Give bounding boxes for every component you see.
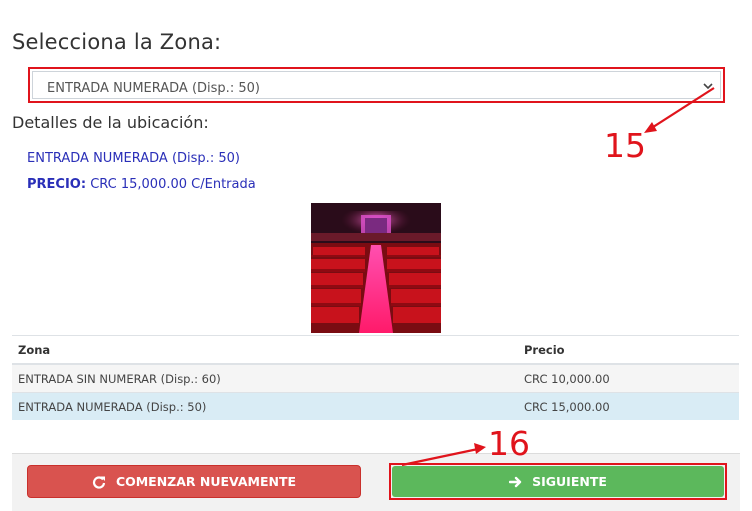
- column-header-precio: Precio: [518, 335, 739, 365]
- restart-button[interactable]: COMENZAR NUEVAMENTE: [27, 465, 361, 498]
- zone-select[interactable]: ENTRADA NUMERADA (Disp.: 50): [32, 71, 721, 99]
- row-precio: CRC 15,000.00: [518, 392, 739, 420]
- row-precio: CRC 10,000.00: [518, 363, 739, 393]
- column-header-zona: Zona: [12, 335, 518, 365]
- table-header-row: Zona Precio: [12, 335, 739, 365]
- chevron-down-icon: [703, 83, 713, 90]
- next-button-label: SIGUIENTE: [532, 474, 607, 489]
- price-label: PRECIO:: [27, 177, 87, 192]
- table-row[interactable]: ENTRADA SIN NUMERAR (Disp.: 60) CRC 10,0…: [12, 363, 739, 393]
- next-button[interactable]: SIGUIENTE: [392, 466, 724, 497]
- restart-button-label: COMENZAR NUEVAMENTE: [115, 474, 297, 489]
- price-value: CRC 15,000.00 C/Entrada: [90, 177, 256, 192]
- annotation-label-15: 15: [604, 126, 646, 165]
- selected-zone-name: ENTRADA NUMERADA (Disp.: 50): [27, 151, 240, 166]
- row-zona: ENTRADA SIN NUMERAR (Disp.: 60): [12, 363, 518, 393]
- theater-seats-image: [311, 203, 441, 333]
- zones-table: Zona Precio ENTRADA SIN NUMERAR (Disp.: …: [12, 335, 739, 420]
- annotation-label-16: 16: [488, 424, 530, 463]
- zone-select-highlight: ENTRADA NUMERADA (Disp.: 50): [28, 67, 725, 103]
- table-row-selected[interactable]: ENTRADA NUMERADA (Disp.: 50) CRC 15,000.…: [12, 392, 739, 420]
- page-title: Selecciona la Zona:: [12, 30, 222, 54]
- row-zona: ENTRADA NUMERADA (Disp.: 50): [12, 392, 518, 420]
- refresh-icon: [92, 476, 106, 489]
- zone-select-value: ENTRADA NUMERADA (Disp.: 50): [47, 81, 260, 96]
- price-line: PRECIO: CRC 15,000.00 C/Entrada: [27, 177, 256, 192]
- details-title: Detalles de la ubicación:: [12, 113, 209, 132]
- arrow-right-icon: [509, 476, 522, 487]
